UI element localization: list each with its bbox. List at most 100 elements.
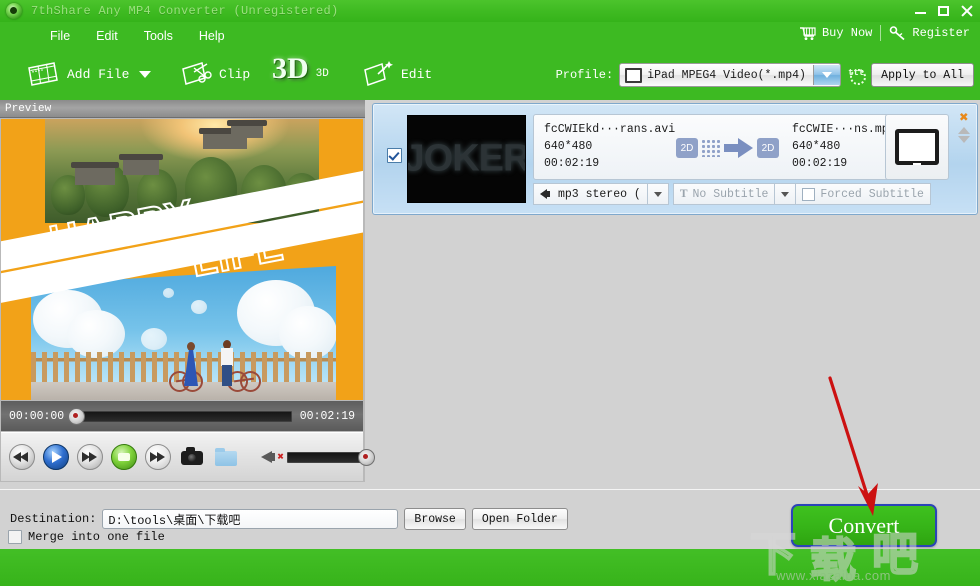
add-file-button[interactable]: Add File	[26, 60, 152, 88]
open-snapshot-folder-button[interactable]	[213, 444, 239, 470]
menu-item-help[interactable]: Help	[189, 26, 235, 46]
dots-icon	[701, 139, 721, 157]
menu-item-tools[interactable]: Tools	[134, 26, 183, 46]
person-man	[219, 340, 235, 386]
track-selectors: mp3 stereo ( T No Subtitle Forced Subtit…	[533, 183, 931, 205]
destination-input[interactable]: D:\tools\桌面\下载吧	[102, 509, 399, 529]
merge-checkbox[interactable]	[8, 530, 22, 544]
seek-handle[interactable]	[68, 407, 86, 425]
menu-item-file[interactable]: File	[40, 26, 80, 46]
apply-to-all-button[interactable]: Apply to All	[871, 63, 974, 87]
seek-bar-row: 00:00:00 00:02:19	[1, 401, 363, 431]
scissors-icon	[182, 62, 212, 85]
maximize-icon[interactable]	[937, 4, 951, 18]
text-subtitle-icon: T	[679, 188, 688, 200]
video-preview-surface[interactable]: HAPPY LIFE	[1, 119, 363, 400]
arrow-right-icon	[724, 138, 754, 158]
stop-button[interactable]	[111, 444, 137, 470]
profile-select[interactable]: iPad MPEG4 Video(*.mp4)	[619, 63, 842, 87]
speaker-muted-icon[interactable]: ✖	[261, 447, 284, 467]
target-device-box[interactable]	[885, 114, 949, 180]
source-filename: fcCWIEkd···rans.avi	[544, 123, 676, 136]
three-d-label: 3D	[315, 68, 329, 80]
preview-panel: Preview HAPPY LIFE 00:00:00 00:02:19 ✖	[0, 100, 375, 482]
edit-button[interactable]: Edit	[362, 60, 432, 88]
forced-subtitle-checkbox[interactable]	[802, 187, 816, 201]
shopping-cart-icon	[799, 26, 816, 40]
close-icon[interactable]	[960, 4, 974, 18]
current-time-label: 00:00:00	[9, 409, 65, 423]
window-controls	[914, 0, 974, 22]
close-x-icon[interactable]: ✖	[959, 111, 968, 126]
destination-row: Destination: D:\tools\桌面\下载吧 Browse Open…	[10, 508, 568, 530]
profile-label: Profile:	[555, 68, 614, 82]
app-logo-icon	[6, 3, 22, 19]
next-frame-button[interactable]	[145, 444, 171, 470]
clip-button[interactable]: Clip	[180, 60, 250, 88]
footer-divider	[0, 489, 980, 490]
play-button[interactable]	[43, 444, 69, 470]
target-dimension-badge: 2D	[757, 138, 779, 158]
browse-button[interactable]: Browse	[404, 508, 466, 530]
profile-value: iPad MPEG4 Video(*.mp4)	[647, 68, 806, 82]
row-checkbox[interactable]	[387, 148, 402, 163]
forced-subtitle-label: Forced Subtitle	[820, 187, 924, 201]
subtitle-track-select[interactable]: T No Subtitle	[672, 183, 776, 205]
profile-bar: Profile: iPad MPEG4 Video(*.mp4) ttt App…	[556, 63, 974, 87]
buy-now-button[interactable]: Buy Now	[799, 26, 872, 41]
open-folder-button[interactable]: Open Folder	[471, 508, 568, 530]
convert-button[interactable]: Convert	[791, 504, 937, 547]
clip-label: Clip	[219, 66, 251, 82]
gear-icon[interactable]: ttt	[847, 66, 867, 85]
film-strip-icon	[28, 62, 58, 86]
gear-glyph: ttt	[848, 68, 865, 78]
rewind-button[interactable]	[9, 444, 35, 470]
source-info: fcCWIEkd···rans.avi 640*480 00:02:19	[544, 121, 675, 172]
speaker-icon	[540, 188, 553, 200]
add-file-label: Add File	[67, 66, 130, 82]
target-duration: 00:02:19	[792, 157, 848, 170]
buy-now-label: Buy Now	[821, 26, 873, 40]
target-filename: fcCWIE···ns.mp	[792, 123, 889, 136]
three-d-button[interactable]: 3D 3D	[272, 54, 329, 84]
register-label: Register	[912, 26, 970, 40]
minimize-icon[interactable]	[914, 4, 928, 18]
target-resolution: 640*480	[792, 140, 841, 153]
snapshot-button[interactable]	[179, 444, 205, 470]
footer-strip	[0, 549, 980, 586]
audio-track-dropdown[interactable]	[647, 183, 669, 205]
caret-down-icon[interactable]	[139, 70, 152, 78]
chevron-down-icon[interactable]	[813, 65, 841, 85]
caret-down-icon[interactable]	[958, 136, 970, 143]
caret-up-icon[interactable]	[958, 127, 970, 134]
register-button[interactable]: Register	[889, 25, 970, 41]
volume-handle[interactable]	[358, 448, 375, 466]
preview-panel-title: Preview	[0, 100, 365, 118]
three-d-icon: 3D	[272, 52, 309, 85]
video-thumbnail[interactable]: JOKER	[407, 115, 526, 203]
conversion-arrow-group: 2D 2D	[676, 135, 786, 161]
audio-track-label: mp3 stereo (	[558, 187, 641, 201]
source-dimension-badge: 2D	[676, 138, 698, 158]
forced-subtitle-toggle[interactable]: Forced Subtitle	[796, 183, 931, 205]
destination-label: Destination:	[10, 512, 97, 526]
application-window: 7thShare Any MP4 Converter (Unregistered…	[0, 0, 980, 586]
volume-slider[interactable]	[287, 448, 375, 466]
subtitle-track-dropdown[interactable]	[775, 183, 797, 205]
target-info: fcCWIE···ns.mp 640*480 00:02:19	[792, 121, 889, 172]
total-time-label: 00:02:19	[299, 409, 355, 423]
seek-slider[interactable]	[68, 407, 292, 425]
merge-row: Merge into one file	[8, 530, 165, 544]
key-icon	[890, 25, 905, 40]
title-bar: 7thShare Any MP4 Converter (Unregistered…	[0, 0, 980, 22]
audio-track-select[interactable]: mp3 stereo (	[533, 183, 648, 205]
menu-item-edit[interactable]: Edit	[86, 26, 128, 46]
playback-controls: ✖	[1, 432, 375, 481]
tablet-icon	[625, 67, 643, 83]
conversion-info: fcCWIEkd···rans.avi 640*480 00:02:19 2D …	[533, 114, 917, 180]
thumbnail-text: JOKER	[407, 137, 526, 180]
edit-label: Edit	[401, 66, 433, 82]
subtitle-track-label: No Subtitle	[692, 187, 769, 201]
fast-forward-button[interactable]	[77, 444, 103, 470]
annotation-arrow	[828, 376, 878, 516]
